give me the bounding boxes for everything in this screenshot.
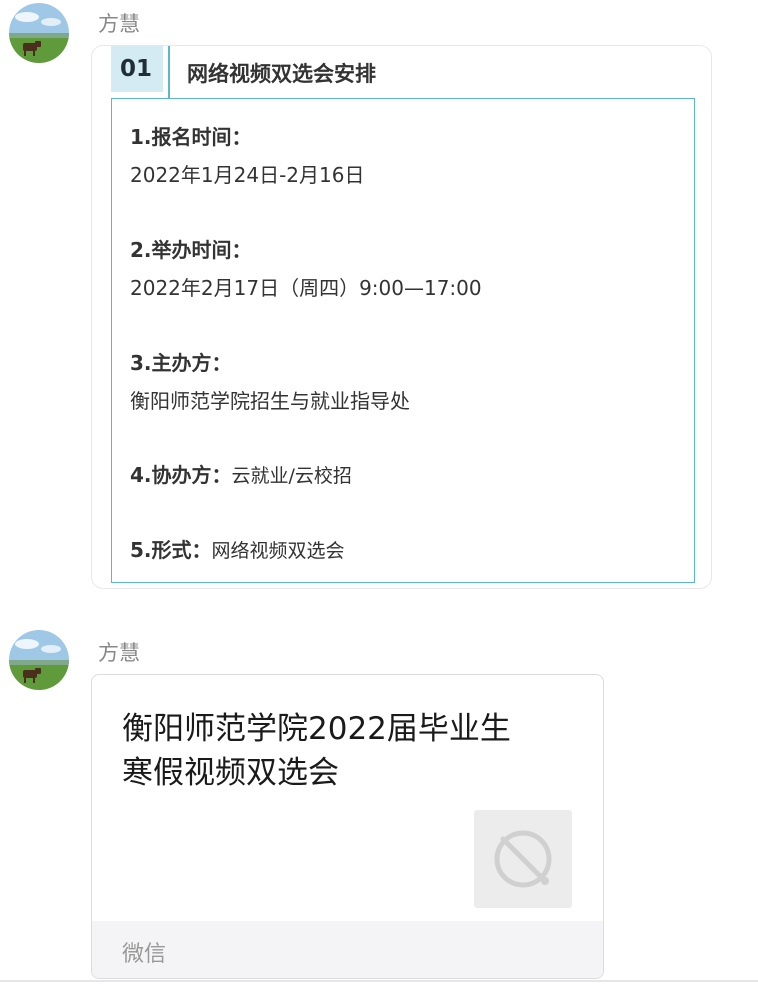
bottom-divider xyxy=(0,980,758,982)
section-header: 01 网络视频双选会安排 xyxy=(111,46,691,98)
item-value-organizer: 衡阳师范学院招生与就业指导处 xyxy=(130,389,410,413)
item-value-registration: 2022年1月24日-2月16日 xyxy=(130,163,365,187)
item-label-organizer: 3.主办方： xyxy=(130,351,232,375)
chat-message-2: 方慧 衡阳师范学院2022届毕业生 寒假视频双选会 微信 xyxy=(0,620,758,986)
sender-avatar[interactable] xyxy=(9,3,69,63)
item-label-registration: 1.报名时间： xyxy=(130,125,252,149)
link-title: 衡阳师范学院2022届毕业生 寒假视频双选会 xyxy=(122,707,562,795)
item-label-event-time: 2.举办时间： xyxy=(130,238,252,262)
sender-avatar[interactable] xyxy=(9,630,69,690)
link-thumbnail xyxy=(474,810,572,908)
landscape-cow-avatar-icon xyxy=(9,3,69,63)
item-value-format: 网络视频双选会 xyxy=(211,540,345,562)
link-title-line-2: 寒假视频双选会 xyxy=(122,755,339,791)
broken-link-planet-icon xyxy=(494,830,552,888)
section-number: 01 xyxy=(111,46,163,92)
item-label-format: 5.形式： xyxy=(130,538,212,562)
article-card[interactable]: 01 网络视频双选会安排 1.报名时间： 2022年1月24日-2月16日 2.… xyxy=(91,45,712,589)
sender-name: 方慧 xyxy=(98,12,140,36)
item-value-event-time: 2022年2月17日（周四）9:00—17:00 xyxy=(130,276,482,300)
item-value-co-organizer: 云就业/云校招 xyxy=(231,465,352,487)
shared-link-card[interactable]: 衡阳师范学院2022届毕业生 寒假视频双选会 微信 xyxy=(91,674,604,979)
item-row-format: 5.形式：网络视频双选会 xyxy=(130,534,345,563)
item-label-co-organizer: 4.协办方： xyxy=(130,463,232,487)
sender-name: 方慧 xyxy=(98,641,140,665)
item-row-co-organizer: 4.协办方：云就业/云校招 xyxy=(130,459,352,488)
section-title: 网络视频双选会安排 xyxy=(187,62,376,86)
section-content-box: 1.报名时间： 2022年1月24日-2月16日 2.举办时间： 2022年2月… xyxy=(111,98,695,583)
chat-message-1: 方慧 01 网络视频双选会安排 1.报名时间： 2022年1月24日-2月16日… xyxy=(0,0,758,600)
landscape-cow-avatar-icon xyxy=(9,630,69,690)
link-title-line-1: 衡阳师范学院2022届毕业生 xyxy=(122,711,511,747)
section-divider xyxy=(168,46,170,98)
link-footer: 微信 xyxy=(92,921,603,978)
link-source-label: 微信 xyxy=(122,942,167,967)
